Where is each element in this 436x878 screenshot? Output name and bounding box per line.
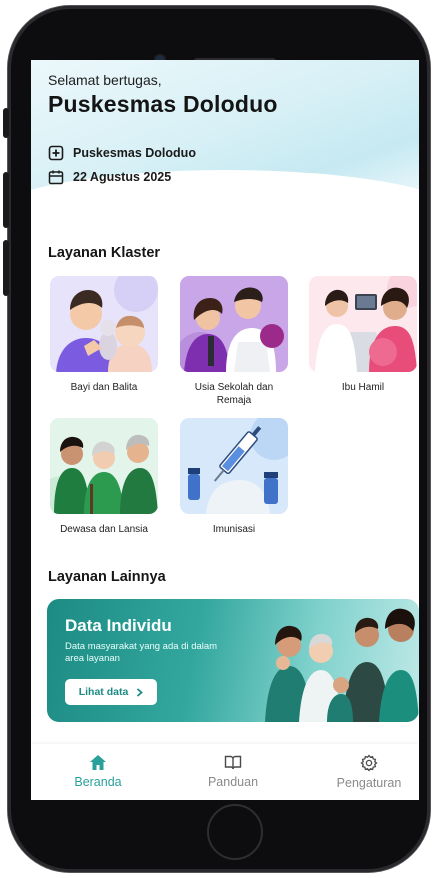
family-illustration bbox=[265, 608, 419, 722]
chevron-right-icon bbox=[137, 687, 144, 697]
cluster-card-imunisasi[interactable]: Imunisasi bbox=[180, 418, 288, 536]
view-data-button[interactable]: Lihat data bbox=[65, 679, 157, 705]
phone-volume-up bbox=[3, 172, 9, 228]
nav-label: Beranda bbox=[74, 775, 122, 789]
cluster-label: Bayi dan Balita bbox=[70, 382, 138, 393]
cluster-label: Usia Sekolah dan Remaja bbox=[194, 382, 274, 406]
gear-icon bbox=[360, 754, 378, 772]
bottom-navigation: Beranda Panduan Pengaturan bbox=[31, 744, 419, 800]
baby-illustration bbox=[50, 276, 158, 372]
cluster-label: Imunisasi bbox=[212, 524, 256, 535]
calendar-icon bbox=[48, 170, 64, 185]
phone-volume-down bbox=[3, 240, 9, 296]
nav-beranda[interactable]: Beranda bbox=[48, 754, 148, 789]
elderly-illustration bbox=[50, 418, 158, 514]
data-individu-banner[interactable]: Data Individu Data masyarakat yang ada d… bbox=[47, 599, 419, 722]
view-data-label: Lihat data bbox=[78, 686, 129, 698]
pregnant-mother-illustration bbox=[309, 276, 417, 372]
date-text: 22 Agustus 2025 bbox=[73, 170, 172, 184]
cluster-card-bayi-balita[interactable]: Bayi dan Balita bbox=[50, 276, 158, 394]
nav-label: Pengaturan bbox=[336, 776, 402, 790]
phone-home-button bbox=[207, 804, 263, 860]
banner-title: Data Individu bbox=[65, 616, 172, 635]
facility-row: Puskesmas Doloduo bbox=[48, 145, 196, 161]
other-section-title: Layanan Lainnya bbox=[48, 569, 166, 585]
phone-side-button bbox=[3, 108, 9, 138]
cluster-section-title: Layanan Klaster bbox=[48, 245, 161, 261]
page-title: Puskesmas Doloduo bbox=[48, 91, 278, 117]
banner-subtitle: Data masyarakat yang ada di dalam area l… bbox=[65, 641, 218, 664]
cluster-label: Ibu Hamil bbox=[341, 382, 385, 393]
nav-label: Panduan bbox=[207, 775, 259, 789]
cluster-label: Dewasa dan Lansia bbox=[60, 524, 148, 535]
vaccine-illustration bbox=[180, 418, 288, 514]
health-facility-icon bbox=[48, 145, 64, 161]
cluster-card-dewasa-lansia[interactable]: Dewasa dan Lansia bbox=[50, 418, 158, 536]
date-row: 22 Agustus 2025 bbox=[48, 169, 171, 185]
cluster-card-ibu-hamil[interactable]: Ibu Hamil bbox=[309, 276, 417, 394]
cluster-card-usia-sekolah-remaja[interactable]: Usia Sekolah dan Remaja bbox=[180, 276, 288, 407]
greeting-text: Selamat bertugas, bbox=[48, 72, 162, 88]
nav-pengaturan[interactable]: Pengaturan bbox=[319, 754, 419, 790]
nav-panduan[interactable]: Panduan bbox=[183, 754, 283, 789]
book-icon bbox=[224, 755, 242, 770]
student-illustration bbox=[180, 276, 288, 372]
home-icon bbox=[90, 755, 106, 770]
facility-name: Puskesmas Doloduo bbox=[73, 146, 196, 160]
app-screen: Selamat bertugas, Puskesmas Doloduo Pusk… bbox=[31, 60, 419, 800]
